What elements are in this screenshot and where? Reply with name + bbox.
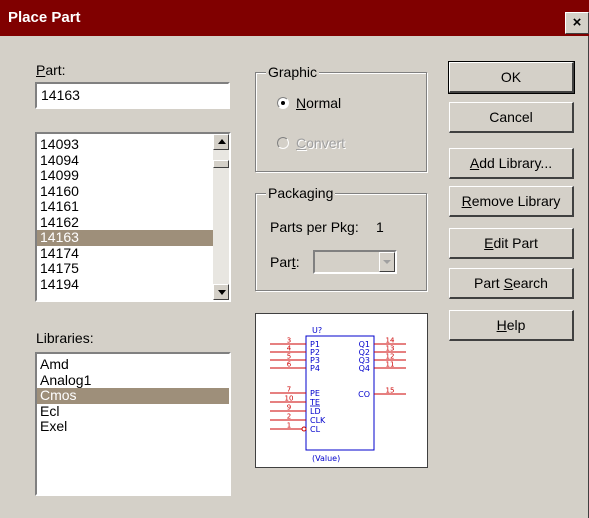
parts-listbox[interactable]: 14093 14094 14099 14160 14161 14162 14163 14174…: [35, 132, 231, 302]
cancel-button[interactable]: Cancel: [449, 102, 574, 133]
pin-number: 3: [287, 337, 291, 345]
add-library-button[interactable]: Add Library...: [449, 148, 574, 179]
parts-list-items: 14093 14094 14099 14160 14161 14162 14163 14174…: [37, 134, 229, 292]
graphic-group: Graphic: [255, 64, 427, 172]
pin-name: CO: [358, 390, 370, 399]
list-item[interactable]: Exel: [37, 418, 229, 435]
packaging-group: Packaging: [255, 185, 427, 291]
pin-number: 1: [287, 422, 291, 430]
pin-number: 7: [287, 386, 291, 394]
pin-number: 2: [287, 413, 291, 421]
pin-number: 12: [386, 353, 395, 361]
pin-number: 9: [287, 404, 291, 412]
package-part-select[interactable]: [313, 250, 397, 274]
ok-button[interactable]: OK: [448, 61, 575, 94]
window-title: Place Part: [8, 9, 81, 26]
help-button[interactable]: Help: [449, 310, 574, 341]
pin-number: 14: [386, 337, 395, 345]
pin-name: P4: [310, 364, 320, 373]
list-item[interactable]: 14174: [37, 245, 229, 262]
graphic-legend: Graphic: [266, 64, 320, 80]
scroll-down-arrow-icon[interactable]: [213, 284, 229, 300]
list-item[interactable]: Analog1: [37, 372, 229, 389]
place-part-dialog: Place Part × Part: 14163 14093 14094 14099…: [0, 0, 589, 518]
pin-number: 6: [287, 361, 292, 369]
scroll-thumb[interactable]: [213, 160, 229, 168]
parts-per-pkg-value: 1: [376, 219, 384, 235]
part-search-button[interactable]: Part Search: [449, 268, 574, 299]
pin-name: PE: [310, 389, 320, 398]
packaging-legend: Packaging: [266, 185, 336, 201]
list-item[interactable]: Ecl: [37, 403, 229, 420]
list-item[interactable]: 14161: [37, 198, 229, 215]
list-item[interactable]: 14093: [37, 136, 229, 153]
pin-number: 13: [386, 345, 395, 353]
list-item[interactable]: 14094: [37, 152, 229, 169]
list-item[interactable]: 14160: [37, 183, 229, 200]
list-item[interactable]: 14163: [37, 229, 229, 246]
pin-name: Q4: [359, 364, 370, 373]
package-part-label: Part:: [270, 254, 300, 270]
pin-name: CLK: [310, 416, 326, 425]
part-label: Part:: [36, 62, 66, 78]
part-value-label: (Value): [312, 454, 340, 463]
libraries-listbox[interactable]: Amd Analog1 Cmos Ecl Exel: [35, 352, 231, 496]
pin-number: 11: [386, 361, 395, 369]
normal-label[interactable]: Normal: [296, 95, 341, 111]
convert-label[interactable]: Convert: [296, 135, 345, 151]
list-item[interactable]: 14099: [37, 167, 229, 184]
pin-number: 10: [285, 395, 294, 403]
list-item[interactable]: 14175: [37, 260, 229, 277]
list-item[interactable]: Cmos: [37, 387, 229, 404]
parts-scrollbar[interactable]: [213, 134, 229, 300]
libraries-label: Libraries:: [36, 330, 94, 346]
chevron-down-icon[interactable]: [379, 252, 395, 272]
normal-radio[interactable]: [277, 97, 289, 109]
pin-number: 15: [386, 387, 395, 395]
title-bar: Place Part ×: [0, 0, 589, 36]
pin-number: 5: [287, 353, 291, 361]
remove-library-button[interactable]: Remove Library: [449, 186, 574, 217]
pin-name: LD: [310, 407, 321, 416]
scroll-up-arrow-icon[interactable]: [213, 134, 229, 150]
convert-radio[interactable]: [277, 137, 289, 149]
libraries-list-items: Amd Analog1 Cmos Ecl Exel: [37, 354, 229, 435]
inversion-bubble: [301, 426, 307, 432]
list-item[interactable]: 14194: [37, 276, 229, 293]
close-icon: ×: [572, 14, 582, 31]
pin-number: 4: [287, 345, 292, 353]
part-symbol-graphic: U?(Value)3 P14 P25 P36 P47 PE10 TE9 LD2 CLK1 CL14…: [270, 326, 406, 463]
list-item[interactable]: Amd: [37, 356, 229, 373]
part-ref-label: U?: [312, 326, 322, 335]
pin-name: CL: [310, 425, 321, 434]
part-input[interactable]: 14163: [35, 82, 230, 109]
parts-per-pkg-label: Parts per Pkg:: [270, 219, 359, 235]
edit-part-button[interactable]: Edit Part: [449, 228, 574, 259]
part-preview: U? (Value) 3 P1 4 P2 5 P3 6 P4 7 PE 10 TE 9 LD 2 CLK 1 CL 14…: [255, 313, 428, 468]
list-item[interactable]: 14162: [37, 214, 229, 231]
close-button[interactable]: ×: [565, 12, 589, 34]
